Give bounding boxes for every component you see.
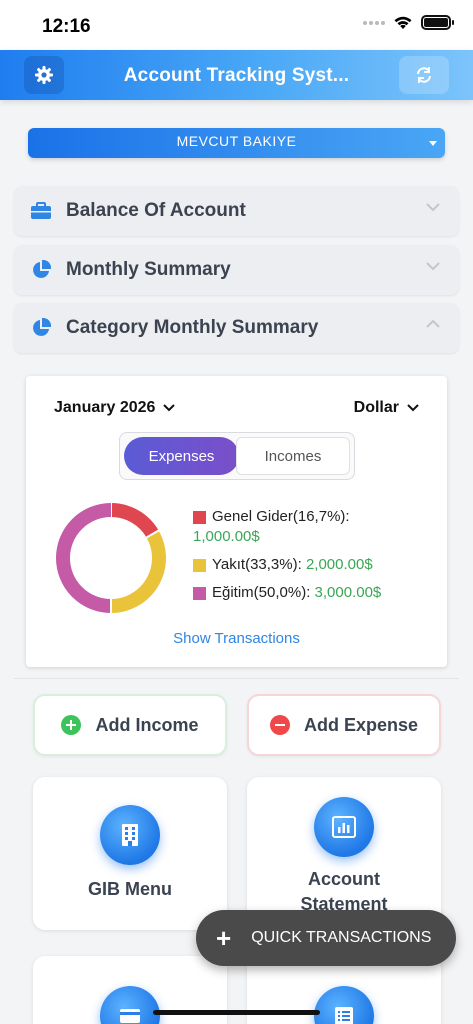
balance-dropdown[interactable]: MEVCUT BAKIYE	[28, 128, 445, 158]
main-content: MEVCUT BAKIYE Balance Of Account Monthly…	[0, 100, 473, 1024]
building-icon	[100, 805, 160, 865]
legend-swatch	[193, 587, 206, 600]
legend-swatch	[193, 559, 206, 572]
show-transactions-link[interactable]: Show Transactions	[26, 630, 447, 647]
month-label: January 2026	[54, 399, 156, 416]
plus-circle-icon	[61, 715, 82, 735]
accordion-category-monthly-summary[interactable]: Category Monthly Summary	[14, 303, 459, 353]
status-icons	[363, 15, 454, 30]
refresh-button[interactable]	[399, 56, 449, 94]
legend-label: Eğitim(50,0%):	[212, 584, 311, 601]
balance-dropdown-label: MEVCUT BAKIYE	[176, 133, 297, 149]
chevron-up-icon	[426, 319, 440, 328]
divider	[14, 678, 459, 679]
category-summary-card: January 2026 Dollar Expenses Incomes Gen…	[26, 376, 447, 667]
status-bar: 12:16	[0, 0, 473, 50]
accordion-label: Monthly Summary	[66, 259, 231, 280]
add-expense-button[interactable]: Add Expense	[247, 694, 441, 756]
month-selector[interactable]: January 2026	[54, 399, 176, 417]
tab-expenses[interactable]: Expenses	[124, 437, 239, 475]
quick-transactions-label: QUICK TRANSACTIONS	[251, 929, 432, 946]
add-expense-label: Add Expense	[303, 714, 419, 735]
gib-menu-card[interactable]: GIB Menu	[33, 777, 227, 930]
tab-incomes[interactable]: Incomes	[236, 437, 350, 475]
plus-icon: +	[216, 923, 232, 953]
legend-label: Genel Gider(16,7%):	[212, 508, 350, 525]
legend-swatch	[193, 511, 206, 524]
wifi-icon	[394, 16, 412, 29]
legend-item: Yakıt(33,3%): 2,000.00$	[193, 555, 433, 575]
accordion-label: Balance Of Account	[66, 200, 246, 221]
add-income-button[interactable]: Add Income	[33, 694, 227, 756]
chart-legend: Genel Gider(16,7%): 1,000.00$ Yakıt(33,3…	[193, 507, 433, 611]
list-icon	[314, 986, 374, 1024]
battery-icon	[421, 15, 454, 30]
accordion-monthly-summary[interactable]: Monthly Summary	[14, 245, 459, 295]
legend-amount: 1,000.00$	[193, 528, 260, 545]
legend-item: Genel Gider(16,7%): 1,000.00$	[193, 507, 433, 547]
pie-chart-icon	[30, 317, 52, 339]
legend-amount: 2,000.00$	[305, 556, 373, 573]
accordion-label: Category Monthly Summary	[66, 317, 319, 338]
chevron-down-icon	[426, 262, 440, 271]
currency-selector[interactable]: Dollar	[354, 399, 419, 417]
bar-chart-icon	[314, 797, 374, 857]
signal-icon	[363, 20, 385, 25]
currency-label: Dollar	[353, 399, 399, 416]
legend-label: Yakıt(33,3%):	[212, 556, 302, 573]
account-statement-line-1: Account	[308, 869, 380, 889]
home-indicator	[153, 1010, 320, 1015]
app-header: Account Tracking Syst...	[0, 50, 473, 100]
donut-chart	[56, 502, 166, 614]
account-statement-card[interactable]: Account Statement	[247, 777, 441, 930]
donut-slice-e-itim	[56, 503, 112, 613]
type-segmented-control: Expenses Incomes	[119, 432, 355, 480]
legend-amount: 3,000.00$	[314, 584, 382, 601]
chevron-down-icon	[407, 404, 419, 412]
caret-down-icon	[429, 141, 437, 146]
minus-circle-icon	[269, 715, 290, 735]
accordion-balance-of-account[interactable]: Balance Of Account	[14, 186, 459, 236]
gib-menu-label: GIB Menu	[88, 879, 172, 899]
briefcase-icon	[30, 200, 52, 222]
quick-transactions-button[interactable]: + QUICK TRANSACTIONS	[196, 910, 456, 966]
pie-chart-icon	[30, 259, 52, 281]
card-icon	[100, 986, 160, 1024]
legend-item: Eğitim(50,0%): 3,000.00$	[193, 583, 433, 603]
donut-slice-genel-gider	[110, 503, 159, 538]
status-time: 12:16	[42, 16, 91, 37]
chevron-down-icon	[426, 203, 440, 212]
refresh-icon	[417, 67, 431, 83]
donut-slice-yak-t	[110, 530, 166, 613]
chevron-down-icon	[163, 404, 176, 412]
add-income-label: Add Income	[95, 714, 199, 735]
